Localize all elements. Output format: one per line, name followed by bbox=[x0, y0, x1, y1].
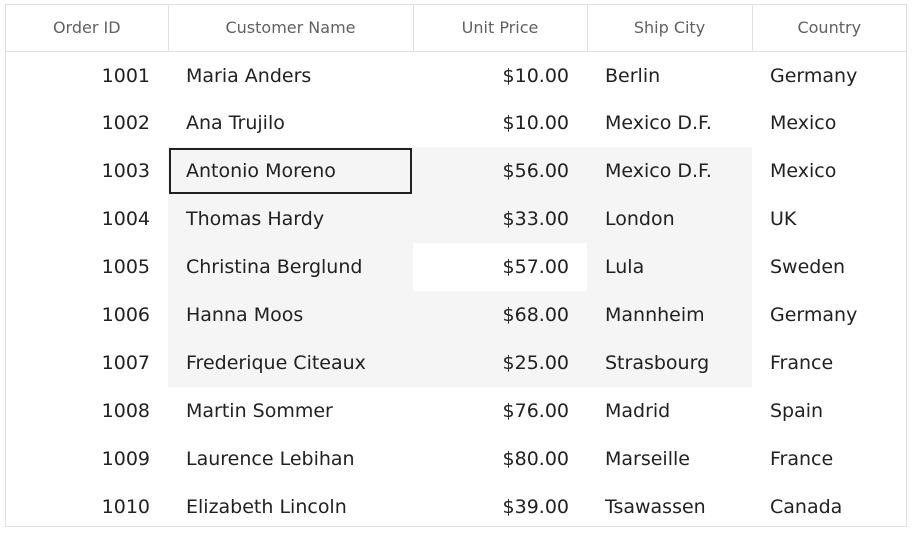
cell-ship-city[interactable]: London bbox=[587, 195, 752, 243]
cell-unit-price[interactable]: $68.00 bbox=[413, 291, 587, 339]
table-row[interactable]: 1006 Hanna Moos $68.00 Mannheim Germany bbox=[6, 291, 906, 339]
cell-unit-price[interactable]: $76.00 bbox=[413, 387, 587, 435]
table-row[interactable]: 1005 Christina Berglund $57.00 Lula Sweden bbox=[6, 243, 906, 291]
grid-table: Order ID Customer Name Unit Price Ship C… bbox=[6, 5, 906, 526]
cell-customer-name[interactable]: Thomas Hardy bbox=[168, 195, 413, 243]
table-row[interactable]: 1002 Ana Trujilo $10.00 Mexico D.F. Mexico bbox=[6, 99, 906, 147]
cell-order-id[interactable]: 1005 bbox=[6, 243, 168, 291]
cell-customer-name[interactable]: Frederique Citeaux bbox=[168, 339, 413, 387]
header-row: Order ID Customer Name Unit Price Ship C… bbox=[6, 5, 906, 52]
table-row[interactable]: 1009 Laurence Lebihan $80.00 Marseille Franc… bbox=[6, 435, 906, 483]
header-customer-name[interactable]: Customer Name bbox=[168, 5, 414, 52]
cell-order-id[interactable]: 1004 bbox=[6, 195, 168, 243]
cell-order-id[interactable]: 1002 bbox=[6, 99, 168, 147]
cell-unit-price[interactable]: $39.00 bbox=[413, 483, 587, 526]
cell-country[interactable]: Germany bbox=[752, 291, 906, 339]
cell-ship-city[interactable]: Mannheim bbox=[587, 291, 752, 339]
cell-order-id[interactable]: 1007 bbox=[6, 339, 168, 387]
grid-header: Order ID Customer Name Unit Price Ship C… bbox=[6, 5, 906, 52]
cell-country[interactable]: Germany bbox=[752, 51, 906, 99]
cell-country[interactable]: Mexico bbox=[752, 99, 906, 147]
grid-body: 1001 Maria Anders $10.00 Berlin Germany 1002 A… bbox=[6, 51, 906, 526]
cell-unit-price[interactable]: $57.00 bbox=[413, 243, 587, 291]
table-row[interactable]: 1008 Martin Sommer $76.00 Madrid Spain bbox=[6, 387, 906, 435]
cell-ship-city[interactable]: Strasbourg bbox=[587, 339, 752, 387]
cell-ship-city[interactable]: Mexico D.F. bbox=[587, 99, 752, 147]
cell-ship-city[interactable]: Tsawassen bbox=[587, 483, 752, 526]
cell-country[interactable]: UK bbox=[752, 195, 906, 243]
cell-customer-name[interactable]: Martin Sommer bbox=[168, 387, 413, 435]
cell-customer-name[interactable]: Maria Anders bbox=[168, 51, 413, 99]
cell-order-id[interactable]: 1006 bbox=[6, 291, 168, 339]
cell-customer-name[interactable]: Antonio Moreno bbox=[168, 147, 413, 195]
cell-customer-name[interactable]: Christina Berglund bbox=[168, 243, 413, 291]
header-country[interactable]: Country bbox=[752, 5, 906, 52]
cell-country[interactable]: Sweden bbox=[752, 243, 906, 291]
cell-order-id[interactable]: 1003 bbox=[6, 147, 168, 195]
table-row[interactable]: 1007 Frederique Citeaux $25.00 Strasbourg Fr… bbox=[6, 339, 906, 387]
cell-unit-price[interactable]: $10.00 bbox=[413, 51, 587, 99]
cell-country[interactable]: France bbox=[752, 435, 906, 483]
cell-unit-price[interactable]: $10.00 bbox=[413, 99, 587, 147]
cell-order-id[interactable]: 1001 bbox=[6, 51, 168, 99]
cell-ship-city[interactable]: Berlin bbox=[587, 51, 752, 99]
cell-customer-name[interactable]: Laurence Lebihan bbox=[168, 435, 413, 483]
data-grid[interactable]: Order ID Customer Name Unit Price Ship C… bbox=[5, 4, 907, 527]
table-row[interactable]: 1004 Thomas Hardy $33.00 London UK bbox=[6, 195, 906, 243]
cell-unit-price[interactable]: $80.00 bbox=[413, 435, 587, 483]
cell-ship-city[interactable]: Marseille bbox=[587, 435, 752, 483]
header-unit-price[interactable]: Unit Price bbox=[413, 5, 588, 52]
header-order-id[interactable]: Order ID bbox=[6, 5, 169, 52]
cell-order-id[interactable]: 1010 bbox=[6, 483, 168, 526]
cell-order-id[interactable]: 1008 bbox=[6, 387, 168, 435]
cell-unit-price[interactable]: $33.00 bbox=[413, 195, 587, 243]
cell-unit-price[interactable]: $25.00 bbox=[413, 339, 587, 387]
table-row[interactable]: 1003 Antonio Moreno $56.00 Mexico D.F. Mexic… bbox=[6, 147, 906, 195]
cell-unit-price[interactable]: $56.00 bbox=[413, 147, 587, 195]
cell-customer-name[interactable]: Elizabeth Lincoln bbox=[168, 483, 413, 526]
cell-ship-city[interactable]: Mexico D.F. bbox=[587, 147, 752, 195]
header-ship-city[interactable]: Ship City bbox=[587, 5, 753, 52]
table-row[interactable]: 1010 Elizabeth Lincoln $39.00 Tsawassen Cana… bbox=[6, 483, 906, 526]
cell-country[interactable]: France bbox=[752, 339, 906, 387]
cell-customer-name[interactable]: Ana Trujilo bbox=[168, 99, 413, 147]
cell-ship-city[interactable]: Lula bbox=[587, 243, 752, 291]
cell-customer-name[interactable]: Hanna Moos bbox=[168, 291, 413, 339]
cell-country[interactable]: Mexico bbox=[752, 147, 906, 195]
cell-country[interactable]: Spain bbox=[752, 387, 906, 435]
cell-ship-city[interactable]: Madrid bbox=[587, 387, 752, 435]
cell-country[interactable]: Canada bbox=[752, 483, 906, 526]
cell-order-id[interactable]: 1009 bbox=[6, 435, 168, 483]
table-row[interactable]: 1001 Maria Anders $10.00 Berlin Germany bbox=[6, 51, 906, 99]
